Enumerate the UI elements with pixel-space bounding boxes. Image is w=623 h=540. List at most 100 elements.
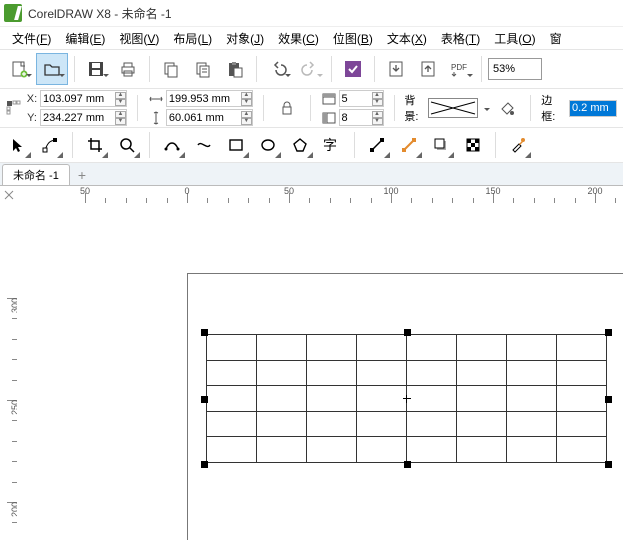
- connector-tool[interactable]: [395, 131, 423, 159]
- document-tabs: 未命名 -1 +: [0, 163, 623, 186]
- separator: [137, 95, 138, 121]
- outline-label: 边框:: [541, 92, 563, 124]
- height-input[interactable]: 60.061 mm: [167, 110, 241, 125]
- h-spin-up[interactable]: ▲: [241, 111, 252, 118]
- handle-mid-left[interactable]: [201, 396, 208, 403]
- handle-top-mid[interactable]: [404, 329, 411, 336]
- app-icon: [4, 4, 22, 22]
- save-button[interactable]: [81, 54, 111, 84]
- ellipse-tool[interactable]: [254, 131, 282, 159]
- dimension-tool[interactable]: [363, 131, 391, 159]
- paste-button[interactable]: [220, 54, 250, 84]
- separator: [149, 56, 150, 82]
- handle-mid-right[interactable]: [605, 396, 612, 403]
- copy-button[interactable]: [188, 54, 218, 84]
- text-tool[interactable]: 字: [318, 131, 346, 159]
- columns-icon: [321, 91, 337, 107]
- y-input[interactable]: 234.227 mm: [41, 110, 115, 125]
- menu-table[interactable]: 表格(T): [435, 28, 486, 49]
- redo-button[interactable]: [295, 54, 325, 84]
- separator: [256, 56, 257, 82]
- ruler-origin[interactable]: [0, 186, 18, 204]
- import-button[interactable]: [381, 54, 411, 84]
- cut-button[interactable]: [156, 54, 186, 84]
- x-spin-up[interactable]: ▲: [115, 92, 126, 99]
- menu-effect[interactable]: 效果(C): [272, 28, 325, 49]
- undo-button[interactable]: [263, 54, 293, 84]
- menu-edit[interactable]: 编辑(E): [59, 28, 111, 49]
- menu-text[interactable]: 文本(X): [381, 28, 433, 49]
- handle-bottom-left[interactable]: [201, 461, 208, 468]
- rows-spin-up[interactable]: ▲: [372, 111, 383, 118]
- doc-tab-add[interactable]: +: [72, 165, 92, 185]
- export-button[interactable]: [413, 54, 443, 84]
- separator: [310, 95, 311, 121]
- position-group: X:103.097 mm▲▼ Y:234.227 mm▲▼: [6, 90, 127, 126]
- zoom-input[interactable]: 53%: [488, 58, 542, 80]
- handle-top-right[interactable]: [605, 329, 612, 336]
- rectangle-tool[interactable]: [222, 131, 250, 159]
- y-spin-up[interactable]: ▲: [115, 111, 126, 118]
- height-icon: [148, 110, 164, 126]
- selected-table[interactable]: [206, 334, 607, 463]
- x-input[interactable]: 103.097 mm: [41, 91, 115, 106]
- handle-bottom-right[interactable]: [605, 461, 612, 468]
- handle-center[interactable]: [403, 395, 411, 403]
- vertical-ruler[interactable]: 300250200: [0, 203, 18, 540]
- background-group: 背景:: [404, 92, 520, 124]
- menu-object[interactable]: 对象(J): [220, 28, 270, 49]
- background-label: 背景:: [404, 92, 426, 124]
- cols-spin-up[interactable]: ▲: [372, 92, 383, 99]
- y-spin-down[interactable]: ▼: [115, 118, 126, 125]
- lock-ratio-button[interactable]: [274, 93, 300, 123]
- new-button[interactable]: [4, 54, 34, 84]
- toolbox: 字: [0, 128, 623, 163]
- window-title: CorelDRAW X8 - 未命名 -1: [28, 5, 172, 22]
- separator: [374, 56, 375, 82]
- transparency-tool[interactable]: [459, 131, 487, 159]
- menu-tool[interactable]: 工具(O): [488, 28, 541, 49]
- pdf-button[interactable]: PDF: [445, 54, 475, 84]
- menu-layout[interactable]: 布局(L): [167, 28, 218, 49]
- fill-button[interactable]: [494, 93, 520, 123]
- freehand-tool[interactable]: [158, 131, 186, 159]
- w-spin-up[interactable]: ▲: [241, 92, 252, 99]
- standard-toolbar: PDF 53%: [0, 50, 623, 89]
- doc-tab-active[interactable]: 未命名 -1: [2, 164, 70, 185]
- search-button[interactable]: [338, 54, 368, 84]
- menu-view[interactable]: 视图(V): [113, 28, 165, 49]
- rows-input[interactable]: 8: [340, 110, 372, 125]
- menu-bitmap[interactable]: 位图(B): [327, 28, 379, 49]
- cols-spin-down[interactable]: ▼: [372, 99, 383, 106]
- crop-tool[interactable]: [81, 131, 109, 159]
- width-input[interactable]: 199.953 mm: [167, 91, 241, 106]
- width-icon: [148, 91, 164, 107]
- menu-window[interactable]: 窗: [544, 28, 568, 49]
- outline-input[interactable]: 0.2 mm: [570, 101, 616, 116]
- canvas[interactable]: [17, 203, 623, 540]
- handle-top-left[interactable]: [201, 329, 208, 336]
- print-button[interactable]: [113, 54, 143, 84]
- artistic-media-tool[interactable]: [190, 131, 218, 159]
- property-bar: X:103.097 mm▲▼ Y:234.227 mm▲▼ 199.953 mm…: [0, 89, 623, 128]
- h-spin-down[interactable]: ▼: [241, 118, 252, 125]
- background-picker[interactable]: [428, 98, 478, 118]
- separator: [394, 95, 395, 121]
- horizontal-ruler[interactable]: 50050100150200: [17, 186, 623, 204]
- rows-spin-down[interactable]: ▼: [372, 118, 383, 125]
- polygon-tool[interactable]: [286, 131, 314, 159]
- columns-input[interactable]: 5: [340, 91, 372, 106]
- background-dropdown[interactable]: [480, 98, 492, 118]
- open-button[interactable]: [36, 53, 68, 85]
- zoom-tool[interactable]: [113, 131, 141, 159]
- pick-tool[interactable]: [4, 131, 32, 159]
- w-spin-down[interactable]: ▼: [241, 99, 252, 106]
- svg-text:PDF: PDF: [451, 63, 467, 72]
- eyedropper-tool[interactable]: [504, 131, 532, 159]
- menu-file[interactable]: 文件(F): [6, 28, 57, 49]
- handle-bottom-mid[interactable]: [404, 461, 411, 468]
- x-label: X:: [26, 93, 38, 105]
- shape-tool[interactable]: [36, 131, 64, 159]
- drop-shadow-tool[interactable]: [427, 131, 455, 159]
- x-spin-down[interactable]: ▼: [115, 99, 126, 106]
